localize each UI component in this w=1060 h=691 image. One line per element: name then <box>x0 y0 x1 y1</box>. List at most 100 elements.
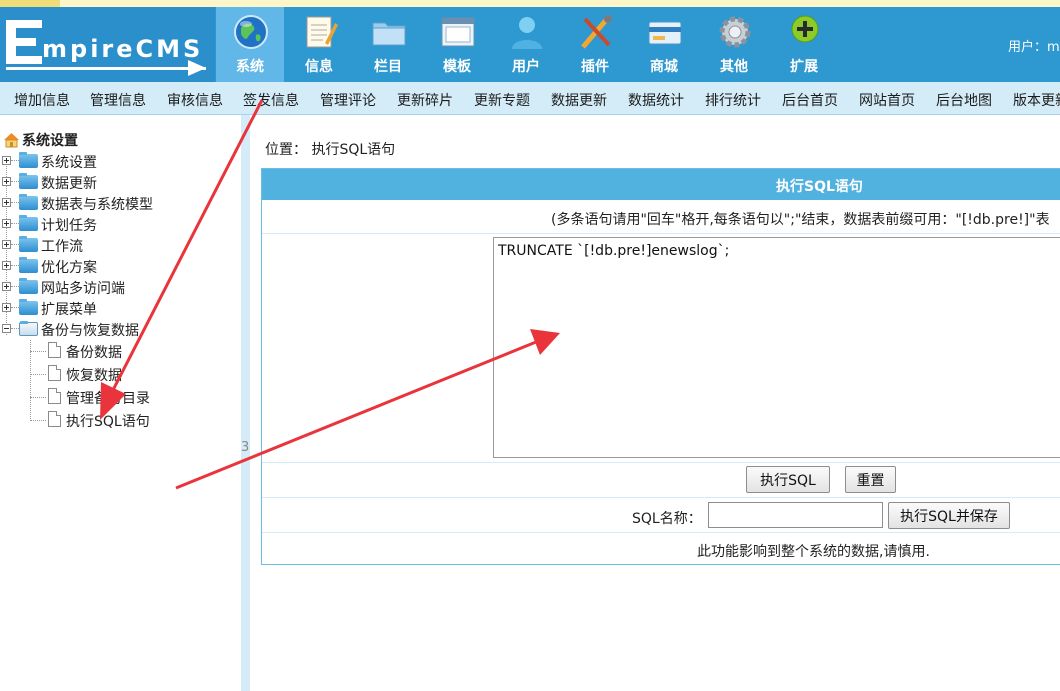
panel-title-bar: 执行SQL语句 <box>262 169 1060 200</box>
menu-update-fragments[interactable]: 更新碎片 <box>397 90 453 110</box>
nav-label: 其他 <box>720 59 748 75</box>
home-icon <box>4 133 19 148</box>
logo-underline <box>6 67 206 70</box>
tree-folder-label: 数据表与系统模型 <box>41 197 153 213</box>
expand-icon[interactable] <box>2 303 11 312</box>
folder-icon <box>372 22 406 46</box>
sql-name-input[interactable] <box>708 502 883 528</box>
menu-manage-info[interactable]: 管理信息 <box>90 90 146 110</box>
tree-leaf-label: 备份数据 <box>66 345 122 361</box>
folder-icon <box>19 152 38 168</box>
nav-extend[interactable]: 扩展 <box>770 7 838 82</box>
sql-name-label: SQL名称： <box>632 511 702 527</box>
menu-version-update[interactable]: 版本更新 <box>1013 90 1060 110</box>
breadcrumb-link[interactable]: 执行SQL语句 <box>311 142 395 158</box>
nav-plugin[interactable]: 插件 <box>561 7 629 82</box>
folder-icon <box>19 257 38 273</box>
sql-panel: 执行SQL语句 (多条语句请用"回车"格开,每条语句以";"结束，数据表前缀可用… <box>261 168 1060 565</box>
expand-icon[interactable] <box>2 198 11 207</box>
tree-folder-label: 系统设置 <box>41 155 97 171</box>
frame-divider[interactable] <box>241 115 250 691</box>
nav-label: 模板 <box>443 59 471 75</box>
menu-data-stats[interactable]: 数据统计 <box>628 90 684 110</box>
nav-column[interactable]: 栏目 <box>354 7 422 82</box>
tree-folder-label: 备份与恢复数据 <box>41 323 139 339</box>
folder-icon <box>19 194 38 210</box>
breadcrumb: 位置： 执行SQL语句 <box>265 139 395 159</box>
folder-icon <box>19 299 38 315</box>
logo-text: mpireCMS <box>42 35 204 63</box>
menu-update-topics[interactable]: 更新专题 <box>474 90 530 110</box>
menu-data-update[interactable]: 数据更新 <box>551 90 607 110</box>
nav-label: 插件 <box>581 59 609 75</box>
row-divider <box>262 462 1060 463</box>
nav-shop[interactable]: 商城 <box>630 7 698 82</box>
quick-menu-bar: 增加信息 管理信息 审核信息 签发信息 管理评论 更新碎片 更新专题 数据更新 … <box>0 82 1060 115</box>
tree-folder-label: 扩展菜单 <box>41 302 97 318</box>
collapse-icon[interactable] <box>2 324 11 333</box>
tree-folder-label: 数据更新 <box>41 176 97 192</box>
expand-icon[interactable] <box>2 282 11 291</box>
left-tree-panel: 系统设置 系统设置 数据更新 数据表与系统模型 计划任务 工作流 优化方案 网站… <box>0 115 241 691</box>
globe-icon <box>234 15 268 49</box>
sql-textarea[interactable] <box>493 237 1060 458</box>
nav-label: 用户 <box>512 59 540 75</box>
tree-guide-line <box>30 340 31 421</box>
folder-icon <box>19 278 38 294</box>
row-divider <box>262 497 1060 498</box>
folder-icon <box>19 236 38 252</box>
menu-rank-stats[interactable]: 排行统计 <box>705 90 761 110</box>
folder-icon <box>19 173 38 189</box>
person-icon <box>512 17 542 49</box>
menu-add-info[interactable]: 增加信息 <box>14 90 70 110</box>
nav-other[interactable]: 其他 <box>700 7 768 82</box>
document-icon <box>48 388 61 404</box>
execute-sql-button[interactable]: 执行SQL <box>746 466 830 493</box>
expand-icon[interactable] <box>2 177 11 186</box>
card-icon <box>648 21 682 45</box>
row-divider <box>262 532 1060 533</box>
menu-admin-map[interactable]: 后台地图 <box>936 90 992 110</box>
top-header: mpireCMS 系统 信息 栏目 模板 用户 插件 商城 其他 扩展 用户：m <box>0 7 1060 82</box>
reset-button[interactable]: 重置 <box>845 466 896 493</box>
nav-template[interactable]: 模板 <box>423 7 491 82</box>
user-label: 用户：m <box>1008 40 1060 55</box>
tree-leaf-label: 管理备份目录 <box>66 391 150 407</box>
expand-icon[interactable] <box>2 240 11 249</box>
tree-leaf-label: 恢复数据 <box>66 368 122 384</box>
nav-label: 扩展 <box>790 59 818 75</box>
tree-folder-label: 计划任务 <box>41 218 97 234</box>
menu-manage-comments[interactable]: 管理评论 <box>320 90 376 110</box>
expand-icon[interactable] <box>2 261 11 270</box>
gear-icon <box>719 16 751 48</box>
expand-icon[interactable] <box>2 156 11 165</box>
menu-site-home[interactable]: 网站首页 <box>859 90 915 110</box>
tools-icon <box>581 15 612 49</box>
top-strip <box>0 0 1060 7</box>
tree-leaf-label: 执行SQL语句 <box>66 414 150 430</box>
document-icon <box>48 411 61 427</box>
tree-folder-label: 工作流 <box>41 239 83 255</box>
panel-title: 执行SQL语句 <box>776 179 863 195</box>
nav-system[interactable]: 系统 <box>216 7 284 82</box>
menu-sign-info[interactable]: 签发信息 <box>243 90 299 110</box>
nav-user[interactable]: 用户 <box>492 7 560 82</box>
nav-label: 信息 <box>305 59 333 75</box>
nav-label: 系统 <box>236 59 264 75</box>
main-content: 位置： 执行SQL语句 执行SQL语句 (多条语句请用"回车"格开,每条语句以"… <box>250 115 1060 691</box>
document-icon <box>48 342 61 358</box>
menu-review-info[interactable]: 审核信息 <box>167 90 223 110</box>
logo-arrowhead <box>188 60 206 76</box>
menu-admin-home[interactable]: 后台首页 <box>782 90 838 110</box>
top-strip-highlight <box>0 0 60 7</box>
notepad-icon <box>306 16 338 48</box>
expand-icon[interactable] <box>2 219 11 228</box>
execute-and-save-button[interactable]: 执行SQL并保存 <box>888 502 1010 529</box>
folder-open-icon <box>19 321 38 336</box>
empirecms-logo[interactable]: mpireCMS <box>0 7 215 82</box>
logo-e-glyph <box>6 20 42 64</box>
document-icon <box>48 365 61 381</box>
nav-info[interactable]: 信息 <box>285 7 353 82</box>
nav-label: 栏目 <box>374 59 402 75</box>
window-icon <box>441 17 475 47</box>
